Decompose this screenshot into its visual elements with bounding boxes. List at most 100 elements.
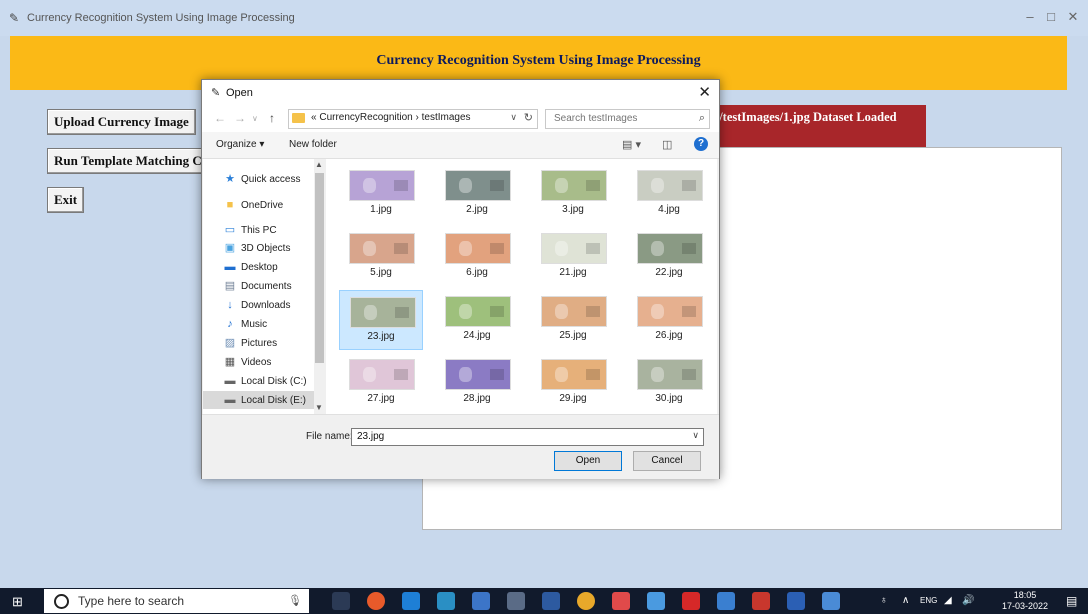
- maximize-icon[interactable]: □: [1041, 9, 1061, 24]
- mail-icon[interactable]: [437, 592, 455, 610]
- browser-icon[interactable]: [367, 592, 385, 610]
- taskbar-search-box[interactable]: Type here to search 🎙: [44, 589, 309, 613]
- cancel-button[interactable]: Cancel: [633, 451, 701, 471]
- scroll-up-icon[interactable]: ▲: [315, 160, 323, 169]
- recent-chevron-icon[interactable]: ∨: [252, 114, 258, 123]
- new-folder-button[interactable]: New folder: [289, 139, 337, 150]
- chevron-down-icon[interactable]: ∨: [510, 112, 517, 123]
- file-item[interactable]: 29.jpg: [531, 353, 615, 413]
- taskbar: ⊞ Type here to search 🎙 ♁ ∧ ENG ◢ 🔊 18:0…: [0, 588, 1088, 614]
- file-item[interactable]: 6.jpg: [435, 227, 519, 287]
- ccleaner-icon[interactable]: [612, 592, 630, 610]
- file-name: 26.jpg: [655, 330, 683, 341]
- file-item[interactable]: 30.jpg: [627, 353, 711, 413]
- nav-item[interactable]: ♪ Music: [223, 315, 323, 333]
- view-options-icon[interactable]: ▤ ▾: [622, 138, 641, 151]
- nav-item[interactable]: ★ Quick access: [223, 170, 323, 188]
- nav-item[interactable]: ▣ 3D Objects: [223, 239, 323, 257]
- up-arrow-icon[interactable]: ↑: [269, 111, 275, 125]
- banknote-thumbnail: [541, 170, 607, 201]
- organize-button[interactable]: Organize ▾: [216, 139, 264, 150]
- scroll-down-icon[interactable]: ▼: [315, 403, 323, 412]
- file-item[interactable]: 21.jpg: [531, 227, 615, 287]
- windows-start-icon[interactable]: ⊞: [12, 594, 23, 610]
- nav-item[interactable]: ▤ Documents: [223, 277, 323, 295]
- nav-item-label: Quick access: [241, 174, 301, 185]
- people-icon[interactable]: ♁: [880, 595, 888, 606]
- minimize-icon[interactable]: –: [1020, 9, 1040, 24]
- forward-arrow-icon[interactable]: →: [234, 111, 246, 125]
- paint-icon[interactable]: [752, 592, 770, 610]
- exit-button[interactable]: Exit: [47, 187, 85, 213]
- task-view-icon[interactable]: [332, 592, 350, 610]
- word-icon[interactable]: [787, 592, 805, 610]
- file-item[interactable]: 28.jpg: [435, 353, 519, 413]
- nav-item[interactable]: ▦ Videos: [223, 353, 323, 371]
- breadcrumb-currencyrecognition[interactable]: CurrencyRecognition: [319, 112, 412, 123]
- folder-icon: ■: [226, 199, 234, 211]
- file-item[interactable]: 26.jpg: [627, 290, 711, 350]
- address-bar[interactable]: « CurrencyRecognition › testImages ∨ ↻: [288, 109, 538, 129]
- nav-item[interactable]: ▭ This PC: [223, 221, 323, 239]
- file-item[interactable]: 1.jpg: [339, 164, 423, 224]
- navigation-scrollbar[interactable]: ▲ ▼: [314, 159, 325, 414]
- store-icon[interactable]: [542, 592, 560, 610]
- file-item[interactable]: 3.jpg: [531, 164, 615, 224]
- file-explorer-icon[interactable]: [647, 592, 665, 610]
- taskbar-clock[interactable]: 18:05 17-03-2022: [1002, 590, 1048, 612]
- file-name-label: File name:: [306, 431, 353, 442]
- edge-icon[interactable]: [402, 592, 420, 610]
- open-button[interactable]: Open: [554, 451, 622, 471]
- file-item[interactable]: 4.jpg: [627, 164, 711, 224]
- nav-item[interactable]: ▬ Desktop: [223, 258, 323, 276]
- notification-icon[interactable]: ▤: [1066, 594, 1077, 608]
- dialog-close-icon[interactable]: ✕: [698, 83, 711, 101]
- acrobat-icon[interactable]: [682, 592, 700, 610]
- run-template-matching-button[interactable]: Run Template Matching Currency Recogniti…: [47, 148, 203, 174]
- nav-item[interactable]: ▨ Pictures: [223, 334, 323, 352]
- nav-item[interactable]: ↓ Downloads: [223, 296, 323, 314]
- volume-icon[interactable]: 🔊: [962, 595, 974, 606]
- python-icon[interactable]: [822, 592, 840, 610]
- refresh-icon[interactable]: ↻: [524, 111, 533, 124]
- chevron-up-icon[interactable]: ∧: [902, 595, 909, 606]
- upload-currency-image-button[interactable]: Upload Currency Image: [47, 109, 196, 135]
- app-icon[interactable]: [472, 592, 490, 610]
- file-item[interactable]: 2.jpg: [435, 164, 519, 224]
- banknote-thumbnail: [445, 359, 511, 390]
- file-item[interactable]: 23.jpg: [339, 290, 423, 350]
- star-icon: ★: [225, 173, 235, 185]
- chevron-down-icon[interactable]: ∨: [692, 430, 699, 441]
- file-name: 23.jpg: [367, 331, 395, 342]
- banknote-thumbnail: [350, 297, 416, 328]
- file-name: 27.jpg: [367, 393, 395, 404]
- file-item[interactable]: 22.jpg: [627, 227, 711, 287]
- help-icon[interactable]: ?: [694, 137, 708, 151]
- file-icon[interactable]: [717, 592, 735, 610]
- disk-icon: ▬: [224, 394, 236, 406]
- terminal-icon[interactable]: [507, 592, 525, 610]
- search-box[interactable]: ⌕: [545, 109, 710, 129]
- file-item[interactable]: 5.jpg: [339, 227, 423, 287]
- breadcrumb-testimages[interactable]: testImages: [422, 112, 471, 123]
- close-icon[interactable]: ✕: [1063, 9, 1083, 25]
- nav-item[interactable]: ▬ Local Disk (C:): [223, 372, 323, 390]
- nav-item[interactable]: ▬ Local Disk (E:): [203, 391, 325, 409]
- preview-pane-icon[interactable]: ◫: [662, 138, 672, 151]
- microphone-icon[interactable]: 🎙: [288, 594, 302, 607]
- file-item[interactable]: 25.jpg: [531, 290, 615, 350]
- file-item[interactable]: 27.jpg: [339, 353, 423, 413]
- file-name-input[interactable]: [355, 430, 679, 443]
- chrome-icon[interactable]: [577, 592, 595, 610]
- language-indicator[interactable]: ENG: [920, 596, 937, 605]
- file-name-combobox[interactable]: ∨: [351, 428, 704, 446]
- back-arrow-icon[interactable]: ←: [214, 111, 226, 125]
- scrollbar-thumb[interactable]: [315, 173, 324, 363]
- file-name: 28.jpg: [463, 393, 491, 404]
- network-icon[interactable]: ◢: [944, 595, 952, 606]
- search-input[interactable]: [552, 112, 686, 125]
- nav-item[interactable]: ■ OneDrive: [223, 196, 323, 214]
- computer-icon: ▭: [224, 224, 236, 236]
- file-item[interactable]: 24.jpg: [435, 290, 519, 350]
- file-name: 29.jpg: [559, 393, 587, 404]
